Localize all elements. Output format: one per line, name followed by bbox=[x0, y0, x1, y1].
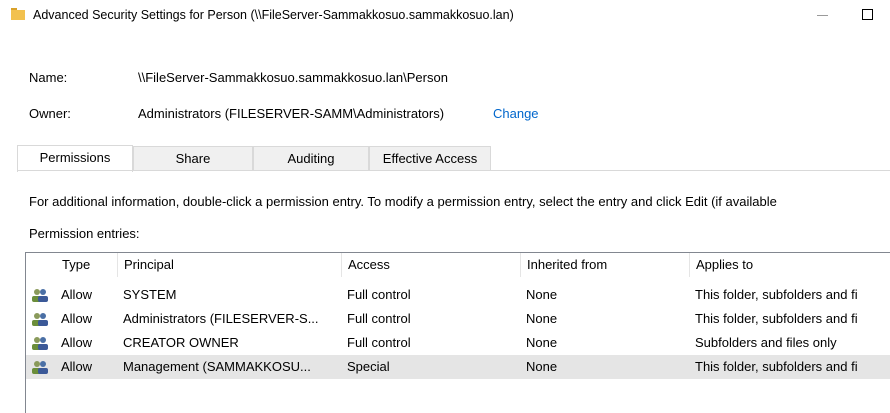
users-icon bbox=[32, 337, 48, 350]
maximize-button[interactable] bbox=[850, 3, 884, 27]
permission-row[interactable]: Allow SYSTEM Full control None This fold… bbox=[26, 283, 890, 307]
permission-row[interactable]: Allow Management (SAMMAKKOSU... Special … bbox=[26, 355, 890, 379]
column-header-inherited-from[interactable]: Inherited from bbox=[521, 253, 690, 277]
column-header-type[interactable]: Type bbox=[56, 253, 118, 277]
permission-row[interactable]: Allow Administrators (FILESERVER-S... Fu… bbox=[26, 307, 890, 331]
folder-icon bbox=[11, 8, 25, 20]
description-text: For additional information, double-click… bbox=[29, 194, 777, 209]
list-header: Type Principal Access Inherited from App… bbox=[26, 253, 890, 277]
name-value: \\FileServer-Sammakkosuo.sammakkosuo.lan… bbox=[138, 70, 448, 85]
cell-applies-to: This folder, subfolders and fi bbox=[695, 311, 858, 326]
owner-value: Administrators (FILESERVER-SAMM\Administ… bbox=[138, 106, 445, 121]
change-owner-link[interactable]: Change bbox=[493, 106, 539, 121]
cell-access: Full control bbox=[347, 335, 411, 350]
cell-type: Allow bbox=[61, 311, 93, 326]
cell-principal: CREATOR OWNER bbox=[123, 335, 239, 350]
cell-inherited-from: None bbox=[526, 287, 558, 302]
column-header-principal[interactable]: Principal bbox=[118, 253, 342, 277]
cell-principal: SYSTEM bbox=[123, 287, 177, 302]
cell-principal: Management (SAMMAKKOSU... bbox=[123, 359, 311, 374]
minimize-button[interactable] bbox=[806, 3, 840, 27]
cell-principal: Administrators (FILESERVER-S... bbox=[123, 311, 319, 326]
tab-divider bbox=[17, 170, 890, 171]
permission-entries-label: Permission entries: bbox=[29, 226, 140, 241]
owner-label: Owner: bbox=[29, 106, 71, 121]
cell-inherited-from: None bbox=[526, 359, 558, 374]
cell-access: Special bbox=[347, 359, 390, 374]
users-icon bbox=[32, 289, 48, 302]
name-label: Name: bbox=[29, 70, 68, 85]
permission-row[interactable]: Allow CREATOR OWNER Full control None Su… bbox=[26, 331, 890, 355]
cell-access: Full control bbox=[347, 287, 411, 302]
permission-entries-list[interactable]: Type Principal Access Inherited from App… bbox=[25, 252, 890, 413]
cell-applies-to: This folder, subfolders and fi bbox=[695, 359, 858, 374]
tab-auditing[interactable]: Auditing bbox=[253, 146, 369, 170]
tab-effective-access[interactable]: Effective Access bbox=[369, 146, 491, 170]
users-icon bbox=[32, 361, 48, 374]
cell-access: Full control bbox=[347, 311, 411, 326]
window-title: Advanced Security Settings for Person (\… bbox=[33, 8, 514, 22]
column-header-applies-to[interactable]: Applies to bbox=[690, 253, 890, 277]
tab-permissions[interactable]: Permissions bbox=[17, 145, 133, 172]
cell-applies-to: This folder, subfolders and fi bbox=[695, 287, 858, 302]
cell-type: Allow bbox=[61, 359, 93, 374]
title-bar: Advanced Security Settings for Person (\… bbox=[0, 0, 890, 31]
users-icon bbox=[32, 313, 48, 326]
cell-type: Allow bbox=[61, 335, 93, 350]
cell-type: Allow bbox=[61, 287, 93, 302]
tab-share[interactable]: Share bbox=[133, 146, 253, 170]
column-header-access[interactable]: Access bbox=[342, 253, 521, 277]
cell-inherited-from: None bbox=[526, 311, 558, 326]
cell-applies-to: Subfolders and files only bbox=[695, 335, 837, 350]
cell-inherited-from: None bbox=[526, 335, 558, 350]
